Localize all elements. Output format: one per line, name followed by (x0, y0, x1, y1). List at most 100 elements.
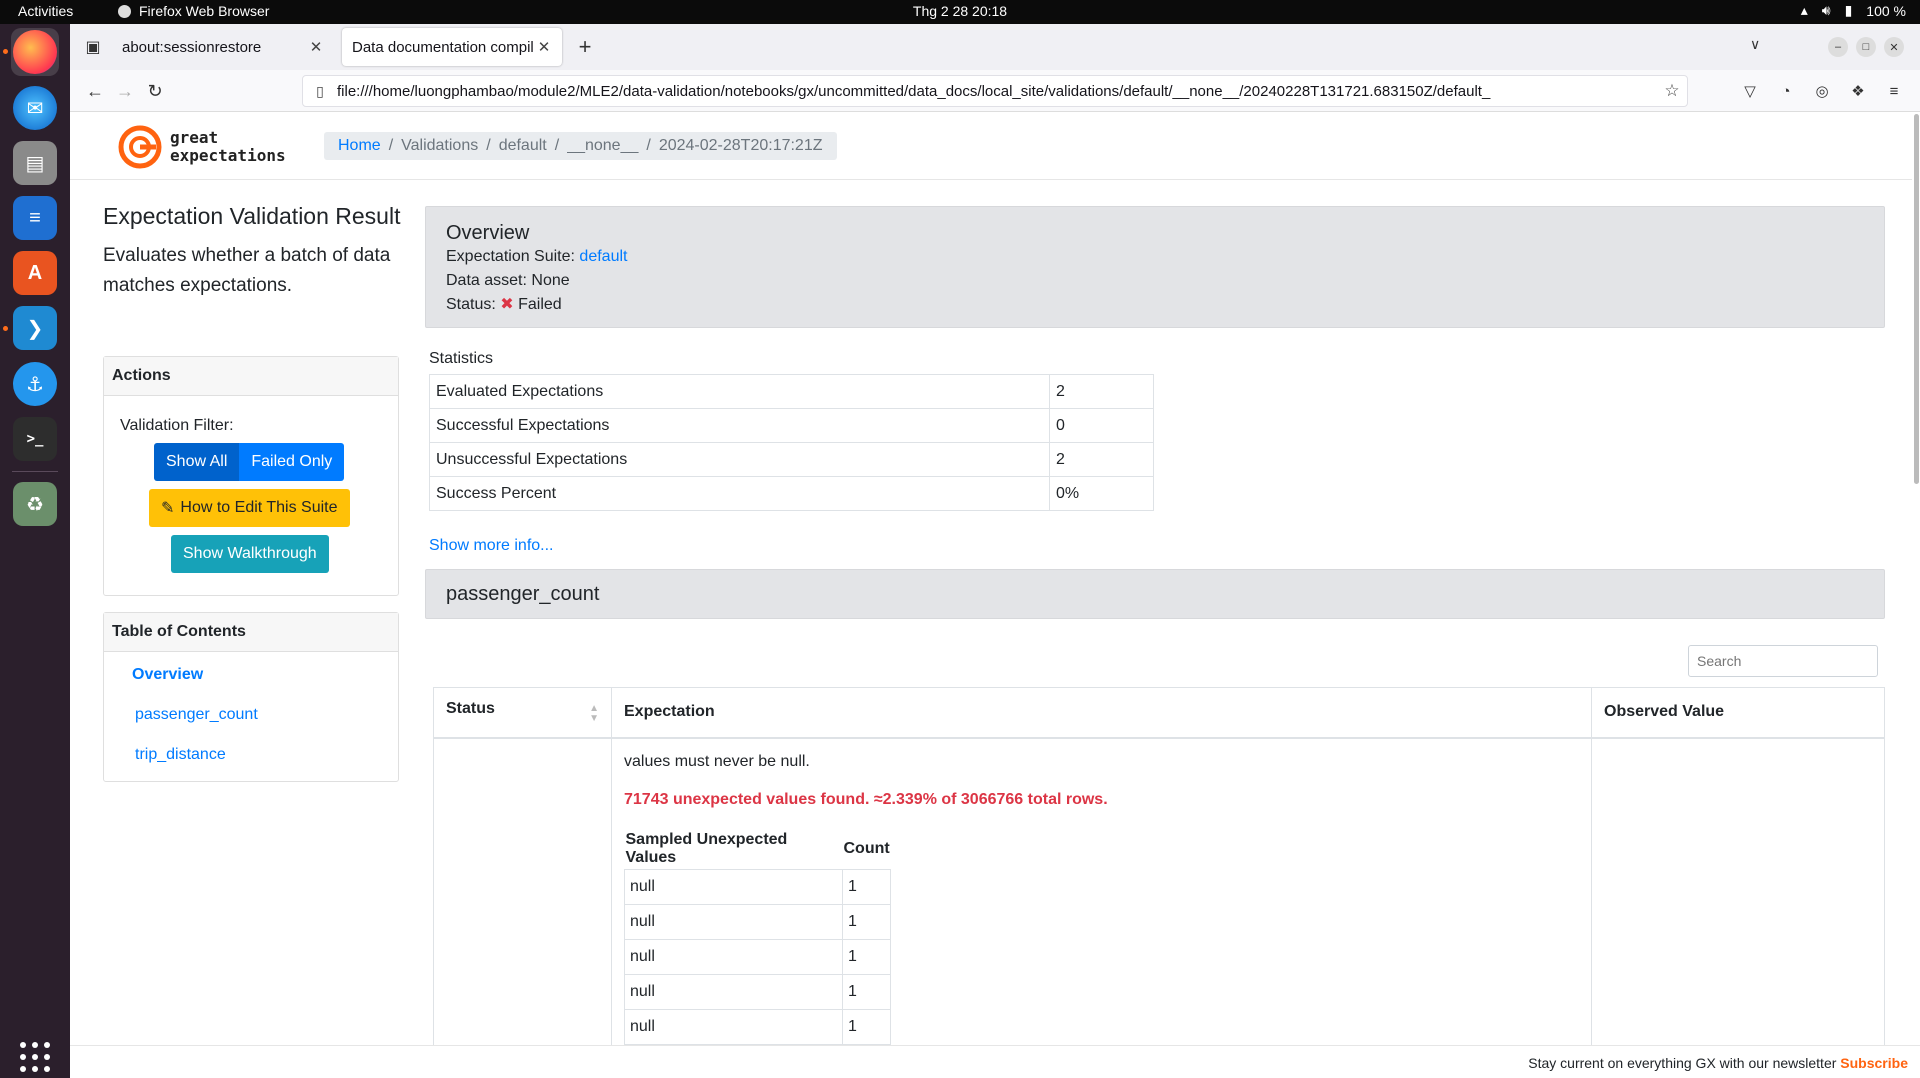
suite-link[interactable]: default (579, 248, 627, 265)
bookmark-star-icon[interactable]: ☆ (1657, 81, 1687, 101)
activities-button[interactable]: Activities (18, 3, 73, 19)
system-tray[interactable]: ▴ 🔊︎ ▮ 100 % (1801, 2, 1906, 19)
dock-writer[interactable]: ≡ (11, 194, 59, 242)
expectation-cell: values must never be null. 71743 unexpec… (611, 737, 1592, 1078)
dock-separator (12, 471, 58, 472)
battery-icon: ▮ (1844, 2, 1853, 18)
table-row: values must never be null. 71743 unexpec… (433, 737, 1885, 1078)
toc-item-passenger-count[interactable]: passenger_count (135, 706, 258, 724)
edit-suite-button[interactable]: ✎ How to Edit This Suite (149, 489, 350, 527)
statistics-table: Evaluated Expectations 2 Successful Expe… (429, 374, 1154, 511)
breadcrumb: Home / Validations / default / __none__ … (324, 132, 837, 160)
subscribe-link[interactable]: Subscribe (1840, 1055, 1908, 1071)
sample-count: 1 (841, 868, 892, 905)
show-more-info-link[interactable]: Show more info... (429, 537, 554, 555)
dock-firefox[interactable] (11, 28, 59, 76)
firefox-icon (118, 4, 131, 18)
table-row: Successful Expectations 0 (429, 408, 1154, 443)
forward-icon[interactable]: → (112, 78, 138, 104)
tab-title: Data documentation compil (352, 38, 534, 56)
tab-list-icon[interactable]: ▣ (80, 34, 106, 60)
tab-sessionrestore[interactable]: about:sessionrestore ✕ (112, 28, 334, 66)
table-row: null 1 (624, 973, 892, 1010)
gx-logo-icon (118, 125, 162, 169)
tab-data-docs[interactable]: Data documentation compil ✕ (342, 28, 562, 66)
toc-item-overview[interactable]: Overview (132, 666, 203, 684)
dock-thunderbird[interactable]: ✉ (11, 84, 59, 132)
pocket-icon[interactable]: ▽ (1740, 81, 1760, 101)
docker-icon: ⚓ (13, 362, 57, 406)
show-apps-icon[interactable] (20, 1042, 50, 1072)
page-icon: ▯ (316, 82, 324, 99)
validation-filter-group: Show All Failed Only (154, 443, 345, 481)
app-menu[interactable]: Firefox Web Browser (118, 3, 269, 19)
close-icon[interactable]: ✕ (536, 38, 552, 56)
dock-vscode[interactable]: ❯ (11, 304, 59, 352)
column-header-status[interactable]: Status ▲ ▼ (433, 687, 612, 739)
table-row: null 1 (624, 868, 892, 905)
dock-files[interactable]: ▤ (11, 139, 59, 187)
table-header-row: Status ▲ ▼ Expectation Observed Value (433, 687, 1885, 739)
table-row: Unsuccessful Expectations 2 (429, 442, 1154, 477)
back-icon[interactable]: ← (82, 78, 108, 104)
restore-icon[interactable]: □ (1856, 37, 1876, 57)
show-all-button[interactable]: Show All (154, 443, 240, 481)
status-row: Status: ✖ Failed (446, 296, 562, 313)
stat-label: Evaluated Expectations (429, 374, 1050, 409)
sample-count: 1 (841, 938, 892, 975)
expectation-text: values must never be null. (624, 752, 810, 770)
toc-item-trip-distance[interactable]: trip_distance (135, 746, 226, 764)
newsletter-text: Stay current on everything GX with our n… (1528, 1055, 1908, 1071)
new-tab-button[interactable]: + (572, 34, 598, 60)
scrollbar-thumb[interactable] (1914, 114, 1919, 484)
column-header-expectation[interactable]: Expectation (611, 687, 1592, 739)
validation-results-table: Status ▲ ▼ Expectation Observed Value val… (433, 687, 1885, 1078)
actions-card: Actions Validation Filter: Show All Fail… (103, 356, 399, 596)
show-walkthrough-button[interactable]: Show Walkthrough (171, 535, 329, 573)
writer-icon: ≡ (13, 196, 57, 240)
statistics-title: Statistics (429, 350, 494, 367)
extensions-icon[interactable]: ❖ (1848, 81, 1868, 101)
volume-icon: 🔊︎ (1821, 2, 1831, 18)
page-scrollbar[interactable] (1912, 112, 1920, 1078)
dock-docker[interactable]: ⚓ (11, 360, 59, 408)
url-text: file:///home/luongphambao/module2/MLE2/d… (337, 82, 1491, 100)
stat-value: 0 (1049, 408, 1154, 443)
clock[interactable]: Thg 2 28 20:18 (0, 3, 1920, 19)
dock-trash[interactable]: ♻ (11, 480, 59, 528)
url-bar[interactable]: ▯ file:///home/luongphambao/module2/MLE2… (302, 75, 1688, 107)
sample-value: null (624, 1008, 843, 1045)
menu-icon[interactable]: ≡ (1884, 81, 1904, 101)
breadcrumb-item: default (498, 137, 547, 154)
extension-badge-icon[interactable]: ◔ (1776, 81, 1796, 101)
dock-terminal[interactable]: >_ (11, 415, 59, 463)
edit-suite-label: How to Edit This Suite (180, 499, 338, 516)
suite-row: Expectation Suite: default (446, 248, 628, 265)
table-row: Evaluated Expectations 2 (429, 374, 1154, 409)
gx-logo[interactable]: great expectations (118, 125, 286, 169)
account-icon[interactable]: ◎ (1812, 81, 1832, 101)
table-row: null 1 (624, 1008, 892, 1045)
close-icon[interactable]: ✕ (308, 38, 324, 56)
dock-software[interactable]: A (11, 249, 59, 297)
vscode-icon: ❯ (13, 306, 57, 350)
chevron-down-icon[interactable]: ∨ (1750, 36, 1760, 53)
stat-label: Successful Expectations (429, 408, 1050, 443)
search-input[interactable] (1688, 645, 1878, 677)
sample-value: null (624, 973, 843, 1010)
running-indicator (3, 326, 8, 331)
close-window-icon[interactable]: ✕ (1884, 37, 1904, 57)
newsletter-footer: Stay current on everything GX with our n… (70, 1045, 1920, 1078)
reload-icon[interactable]: ↻ (142, 78, 168, 104)
stat-label: Success Percent (429, 476, 1050, 511)
minimize-icon[interactable]: – (1828, 37, 1848, 57)
running-indicator (3, 49, 8, 54)
sample-header-count: Count (843, 839, 890, 857)
sample-value: null (624, 903, 843, 940)
sample-value: null (624, 868, 843, 905)
column-header-observed-value[interactable]: Observed Value (1591, 687, 1885, 739)
tab-bar: ▣ about:sessionrestore ✕ Data documentat… (70, 24, 1920, 70)
breadcrumb-home[interactable]: Home (338, 137, 381, 155)
dock: ✉ ▤ ≡ A ❯ ⚓ >_ ♻ (0, 24, 70, 1078)
failed-only-button[interactable]: Failed Only (239, 443, 345, 481)
